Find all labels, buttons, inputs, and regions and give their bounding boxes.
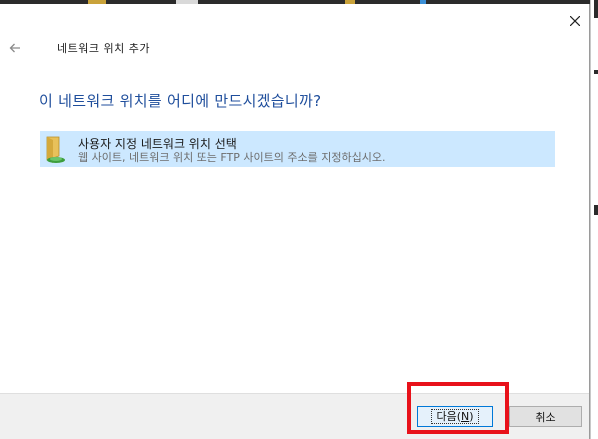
cancel-button[interactable]: 취소 (509, 406, 582, 427)
close-button[interactable] (560, 8, 590, 34)
wizard-footer: 다음(N) 취소 (0, 393, 589, 439)
page-heading: 이 네트워크 위치를 어디에 만드시겠습니까? (39, 92, 322, 110)
add-network-location-wizard: 네트워크 위치 추가 이 네트워크 위치를 어디에 만드시겠습니까? 사용자 지… (0, 4, 590, 439)
network-folder-icon (46, 136, 65, 163)
option-custom-network-location[interactable]: 사용자 지정 네트워크 위치 선택 웹 사이트, 네트워크 위치 또는 FTP … (40, 131, 555, 167)
close-icon (570, 16, 580, 26)
next-button-label: 다음(N) (431, 409, 479, 424)
back-arrow-icon (9, 43, 20, 53)
window-right-edge (590, 0, 598, 439)
option-description: 웹 사이트, 네트워크 위치 또는 FTP 사이트의 주소를 지정하십시오. (78, 151, 386, 164)
next-button[interactable]: 다음(N) (417, 406, 493, 427)
back-button[interactable] (5, 38, 25, 58)
wizard-title: 네트워크 위치 추가 (57, 42, 150, 55)
